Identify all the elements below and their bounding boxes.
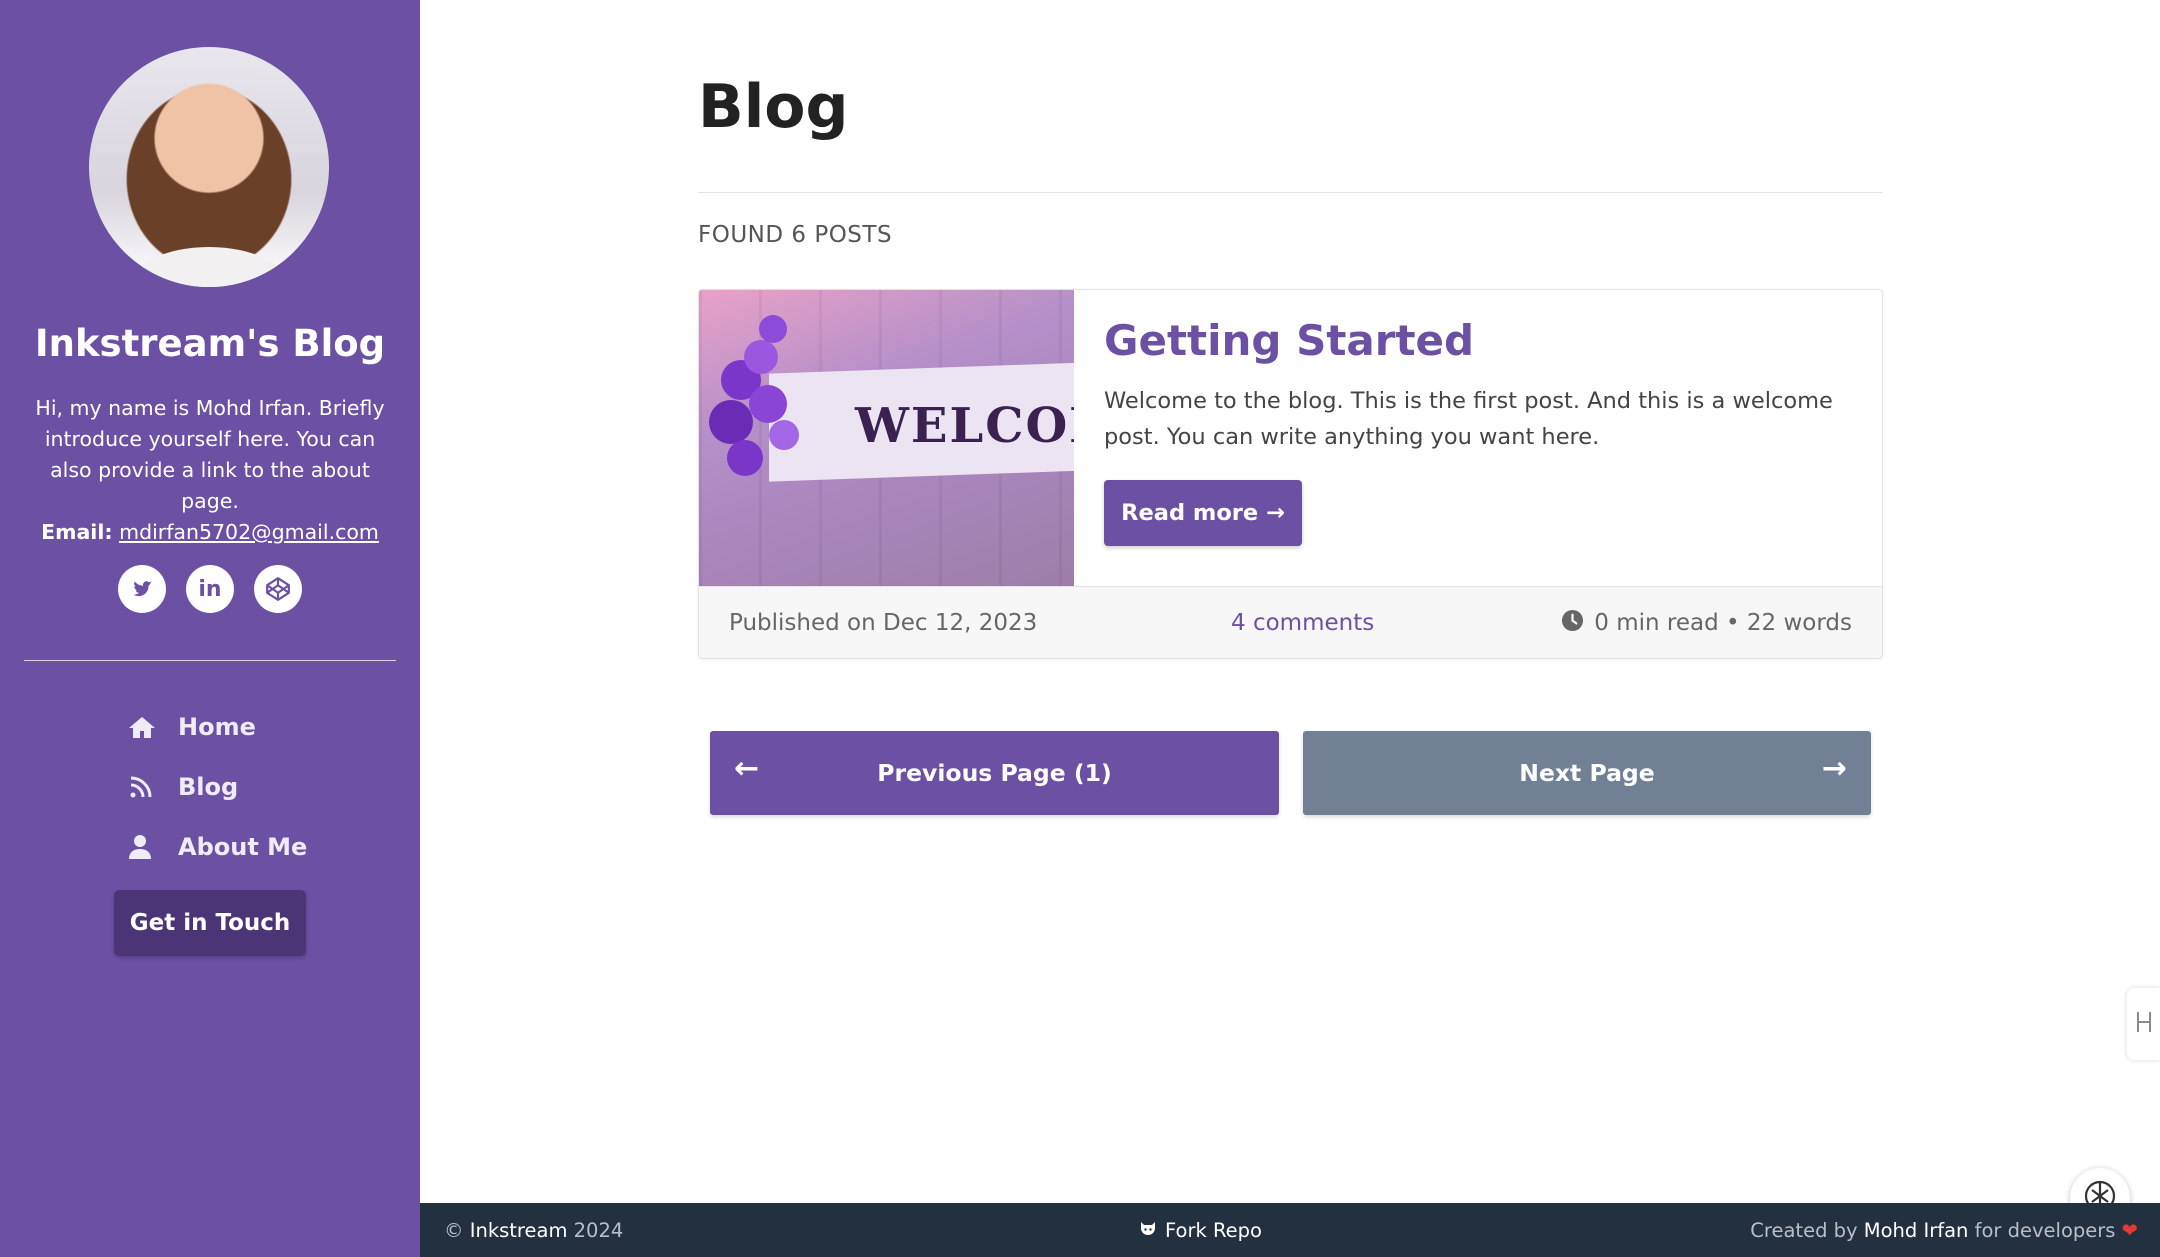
codepen-icon[interactable] <box>254 565 302 613</box>
post-count: FOUND 6 POSTS <box>698 222 893 248</box>
heart-icon: ❤ <box>2121 1218 2138 1242</box>
published-date: Published on Dec 12, 2023 <box>729 610 1038 636</box>
page-footer: © Inkstream 2024 Fork Repo Created by Mo… <box>420 1203 2160 1257</box>
fork-repo-label: Fork Repo <box>1165 1218 1262 1242</box>
next-page-label: Next Page <box>1519 759 1655 787</box>
clock-icon <box>1561 609 1584 638</box>
post-excerpt: Welcome to the blog. This is the first p… <box>1104 388 1833 450</box>
read-meta: 0 min read • 22 words <box>1561 609 1852 638</box>
post-footer: Published on Dec 12, 2023 4 comments 0 m… <box>699 586 1882 658</box>
nav-label-home: Home <box>178 713 256 741</box>
social-links: in <box>0 565 420 613</box>
credits-suffix: for developers <box>1968 1218 2116 1242</box>
previous-page-label: Previous Page (1) <box>877 759 1112 787</box>
nav-item-home[interactable]: Home <box>128 697 368 757</box>
linkedin-icon[interactable]: in <box>186 565 234 613</box>
twitter-icon[interactable] <box>118 565 166 613</box>
page-title: Blog <box>698 72 849 142</box>
credits: Created by Mohd Irfan for developers ❤ <box>1750 1219 2138 1242</box>
thumbnail-sign-text: WELCOM <box>855 398 1074 454</box>
post-body: Getting Started Welcome to the blog. Thi… <box>1104 316 1854 546</box>
github-icon <box>1139 1219 1157 1242</box>
bio: Hi, my name is Mohd Irfan. Briefly intro… <box>30 393 390 548</box>
read-more-button[interactable]: Read more → <box>1104 480 1302 546</box>
fork-repo-link[interactable]: Fork Repo <box>1139 1219 1262 1242</box>
nav-label-blog: Blog <box>178 773 239 801</box>
sidebar-divider <box>24 660 396 661</box>
rss-icon <box>128 774 178 800</box>
translate-icon <box>2134 1008 2154 1041</box>
footer-brand-link[interactable]: Inkstream <box>470 1219 568 1242</box>
copyright: © Inkstream 2024 <box>444 1219 623 1242</box>
post-thumbnail[interactable]: WELCOM <box>699 290 1074 586</box>
author-avatar <box>89 47 329 287</box>
title-divider <box>698 192 1883 193</box>
author-link[interactable]: Mohd Irfan <box>1864 1219 1969 1242</box>
site-title[interactable]: Inkstream's Blog <box>0 322 420 365</box>
sidebar: Inkstream's Blog Hi, my name is Mohd Irf… <box>0 0 420 1257</box>
nav-item-about[interactable]: About Me <box>128 817 368 877</box>
email-link[interactable]: mdirfan5702@gmail.com <box>119 520 379 544</box>
nav-label-about: About Me <box>178 833 308 861</box>
copyright-year: 2024 <box>567 1218 624 1242</box>
bio-text: Hi, my name is Mohd Irfan. Briefly intro… <box>35 396 385 513</box>
home-icon <box>128 715 178 739</box>
translate-widget-tab[interactable] <box>2127 988 2160 1060</box>
nav-item-blog[interactable]: Blog <box>128 757 368 817</box>
main-nav: Home Blog About Me <box>128 697 368 877</box>
previous-page-button[interactable]: ← Previous Page (1) <box>710 731 1279 815</box>
get-in-touch-button[interactable]: Get in Touch <box>114 890 306 956</box>
arrow-right-icon: → <box>1821 751 1847 786</box>
email-label: Email: <box>41 520 113 544</box>
post-card: WELCOM Getting Started Welcome to the bl… <box>698 289 1883 659</box>
copyright-symbol: © <box>444 1218 464 1242</box>
comments-link[interactable]: 4 comments <box>1231 610 1374 636</box>
next-page-button[interactable]: Next Page → <box>1303 731 1871 815</box>
arrow-left-icon: ← <box>734 751 760 786</box>
post-title[interactable]: Getting Started <box>1104 316 1854 365</box>
read-time: 0 min read • 22 words <box>1594 610 1852 636</box>
credits-prefix: Created by <box>1750 1218 1864 1242</box>
user-icon <box>128 834 178 860</box>
